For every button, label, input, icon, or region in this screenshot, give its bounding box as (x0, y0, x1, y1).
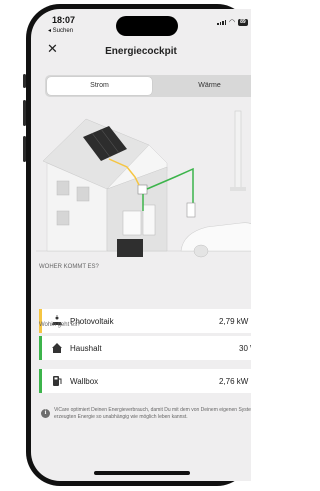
consumer-color-bar (39, 369, 42, 393)
battery-storage (117, 239, 143, 257)
source-row-photovoltaik[interactable]: Photovoltaik 2,79 kW (39, 309, 251, 333)
consumer-color-bar (39, 336, 42, 360)
phone-frame: 18:07 ◂ Suchen ◠ 89 ✕ Energiecockpit Str… (26, 4, 251, 486)
consumer-row-haushalt[interactable]: Haushalt 30 W (39, 336, 251, 360)
consumer-row-wallbox[interactable]: Wallbox 2,76 kW (39, 369, 251, 393)
source-value: 2,79 kW (219, 317, 249, 326)
consumer-label: Wallbox (70, 377, 99, 386)
back-to-search-link[interactable]: ◂ Suchen (48, 27, 73, 34)
heat-pump-unit (122, 210, 142, 236)
wallbox-icon (53, 376, 62, 386)
car-wheel (193, 244, 209, 258)
status-time: 18:07 (52, 15, 76, 25)
pole-base (230, 187, 246, 191)
info-text: ViCare optimiert Deinen Energieverbrauch… (54, 407, 251, 420)
status-icons: ◠ 89 (217, 19, 248, 26)
segmented-control: Strom Wärme (45, 75, 251, 97)
house-icon (52, 343, 62, 353)
consumers-heading: Wohin geht es? (39, 322, 81, 328)
tab-waerme[interactable]: Wärme (157, 77, 251, 95)
wallbox (186, 202, 196, 218)
screen: 18:07 ◂ Suchen ◠ 89 ✕ Energiecockpit Str… (31, 9, 251, 481)
window (56, 180, 70, 196)
wifi-icon: ◠ (229, 19, 236, 26)
window (56, 210, 70, 226)
charging-pole (234, 110, 242, 190)
consumer-value: 2,76 kW (219, 377, 249, 386)
page-title: Energiecockpit (105, 46, 177, 57)
inverter-box (137, 184, 148, 195)
storage-tank (142, 204, 156, 236)
electric-car (180, 222, 251, 252)
consumer-label: Haushalt (70, 344, 102, 353)
consumer-value: 30 W (239, 344, 251, 353)
home-indicator[interactable] (94, 471, 190, 475)
energy-flow-illustration (36, 110, 251, 258)
battery-icon: 89 (238, 19, 248, 26)
signal-icon (217, 20, 226, 25)
source-color-bar (39, 309, 42, 333)
tab-strom[interactable]: Strom (47, 77, 152, 95)
sources-heading: WOHER KOMMT ES? (39, 264, 99, 270)
dynamic-island (116, 16, 178, 36)
info-icon: i (41, 409, 50, 418)
window (76, 186, 90, 202)
